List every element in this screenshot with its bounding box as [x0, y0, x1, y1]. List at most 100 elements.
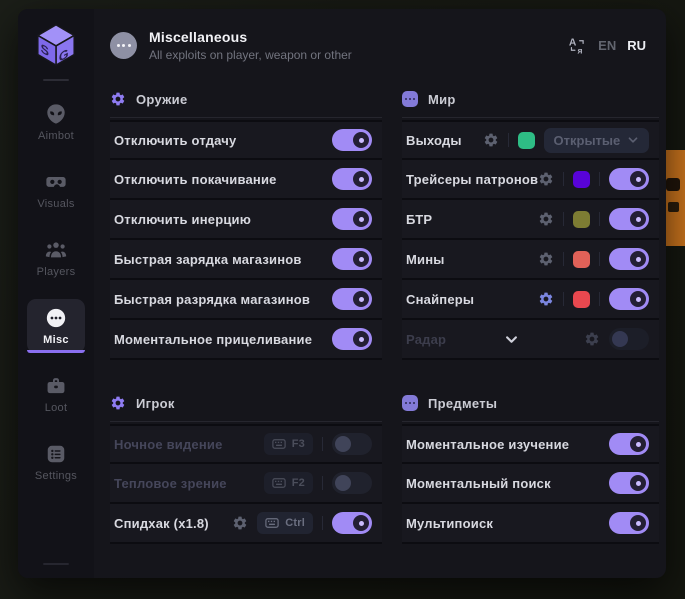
row-fast-unload: Быстрая разрядка магазинов [110, 280, 382, 320]
toggle-on[interactable] [609, 433, 649, 455]
section-title: Игрок [136, 396, 175, 411]
row-label: Снайперы [406, 292, 474, 307]
row-exits: Выходы Открытые [402, 120, 659, 160]
toggle-on[interactable] [609, 288, 649, 310]
toggle-on[interactable] [609, 248, 649, 270]
divider [599, 212, 600, 226]
exits-dropdown[interactable]: Открытые [544, 128, 650, 153]
gear-icon[interactable] [538, 171, 554, 187]
divider [322, 476, 323, 490]
color-swatch[interactable] [573, 211, 590, 228]
sidebar-item-players[interactable]: Players [27, 231, 85, 285]
row-label: Тепловое зрение [114, 476, 227, 491]
players-icon [45, 239, 67, 261]
divider [508, 133, 509, 147]
color-swatch[interactable] [573, 251, 590, 268]
gear-icon[interactable] [538, 251, 554, 267]
row-no-recoil: Отключить отдачу [110, 120, 382, 160]
toggle-off[interactable] [332, 472, 372, 494]
toggle-on[interactable] [332, 288, 372, 310]
toggle-on[interactable] [609, 512, 649, 534]
divider [402, 117, 659, 118]
row-label: Быстрая зарядка магазинов [114, 252, 302, 267]
chevron-down-icon [627, 134, 639, 146]
vr-goggles-icon [45, 171, 67, 193]
app-logo-cube-icon [33, 22, 79, 68]
gear-icon[interactable] [483, 132, 499, 148]
row-label: Моментальное прицеливание [114, 332, 312, 347]
row-label: БТР [406, 212, 432, 227]
row-label: Мины [406, 252, 445, 267]
background-orange-banner [664, 150, 685, 246]
row-speedhack: Спидхак (x1.8) Ctrl [110, 504, 382, 544]
row-snipers: Снайперы [402, 280, 659, 320]
toggle-on[interactable] [332, 248, 372, 270]
chevron-down-icon[interactable] [504, 332, 519, 347]
row-label: Трейсеры патронов [406, 172, 538, 187]
sidebar-item-label: Players [37, 266, 76, 278]
row-label: Моментальное изучение [406, 437, 569, 452]
color-swatch[interactable] [573, 171, 590, 188]
sidebar-item-loot[interactable]: Loot [27, 367, 85, 421]
row-mines: Мины [402, 240, 659, 280]
banner-mark [668, 202, 679, 212]
left-column: Оружие Отключить отдачу Отключить покачи… [110, 81, 382, 578]
sidebar-item-visuals[interactable]: Visuals [27, 163, 85, 217]
page-title: Miscellaneous [149, 29, 352, 45]
toggle-on[interactable] [332, 328, 372, 350]
toggle-on[interactable] [609, 208, 649, 230]
divider [563, 252, 564, 266]
row-label: Ночное видение [114, 437, 223, 452]
lang-ru-button[interactable]: RU [627, 38, 646, 53]
screen: Aimbot Visuals Players Misc Loot Setting… [0, 0, 685, 599]
hotkey-badge[interactable]: F3 [264, 433, 313, 455]
section-weapon: Оружие Отключить отдачу Отключить покачи… [110, 81, 382, 360]
toggle-off[interactable] [609, 328, 649, 350]
hotkey-badge[interactable]: F2 [264, 472, 313, 494]
gear-icon[interactable] [232, 515, 248, 531]
misc-badge-ellipsis-icon [110, 32, 137, 59]
sidebar-item-label: Aimbot [38, 130, 74, 142]
sidebar-item-label: Loot [45, 402, 68, 414]
ellipsis-circle-icon [45, 307, 67, 329]
row-label: Отключить отдачу [114, 133, 236, 148]
sidebar-item-aimbot[interactable]: Aimbot [27, 95, 85, 149]
row-thermal-vision: Тепловое зрение F2 [110, 464, 382, 504]
toggle-on[interactable] [332, 208, 372, 230]
sidebar-item-misc[interactable]: Misc [27, 299, 85, 353]
row-fast-reload: Быстрая зарядка магазинов [110, 240, 382, 280]
gear-icon[interactable] [584, 331, 600, 347]
row-label: Выходы [406, 133, 462, 148]
color-swatch[interactable] [573, 291, 590, 308]
main-area: Miscellaneous All exploits on player, we… [94, 9, 666, 578]
gear-icon[interactable] [538, 291, 554, 307]
sidebar-item-settings[interactable]: Settings [27, 435, 85, 489]
alien-icon [45, 103, 67, 125]
section-player: Игрок Ночное видение F3 [110, 385, 382, 544]
lang-en-button[interactable]: EN [598, 38, 616, 53]
gear-icon [110, 91, 126, 107]
divider [563, 172, 564, 186]
hotkey-badge[interactable]: Ctrl [257, 512, 313, 534]
sidebar: Aimbot Visuals Players Misc Loot Setting… [18, 9, 94, 578]
page-header: Miscellaneous All exploits on player, we… [94, 9, 666, 73]
sidebar-item-label: Settings [35, 470, 77, 482]
row-label: Отключить инерцию [114, 212, 251, 227]
divider [110, 421, 382, 422]
row-label: Радар [406, 332, 446, 347]
color-swatch[interactable] [518, 132, 535, 149]
section-title: Оружие [136, 92, 188, 107]
toggle-on[interactable] [609, 168, 649, 190]
section-world: Мир Выходы Открытые [402, 81, 659, 360]
gear-icon[interactable] [538, 211, 554, 227]
row-no-inertia: Отключить инерцию [110, 200, 382, 240]
toggle-on[interactable] [609, 472, 649, 494]
toggle-on[interactable] [332, 512, 372, 534]
divider [599, 292, 600, 306]
row-no-sway: Отключить покачивание [110, 160, 382, 200]
toggle-off[interactable] [332, 433, 372, 455]
toggle-on[interactable] [332, 129, 372, 151]
divider [563, 292, 564, 306]
section-title: Мир [428, 92, 456, 107]
toggle-on[interactable] [332, 168, 372, 190]
